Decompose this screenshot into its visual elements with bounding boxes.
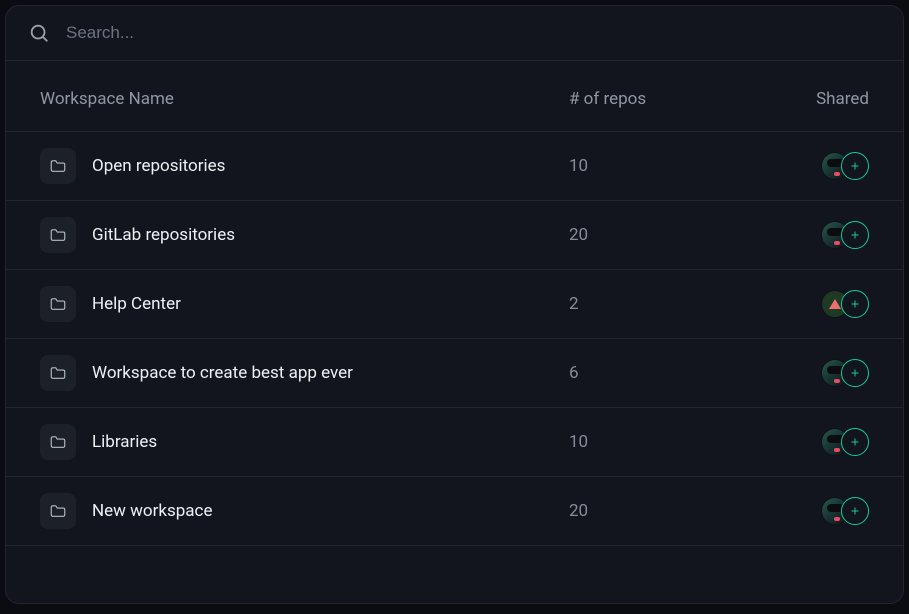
shared-cell [769, 359, 869, 387]
avatar-group [821, 290, 869, 318]
avatar-group [821, 221, 869, 249]
name-cell: GitLab repositories [40, 217, 569, 253]
workspaces-panel: Workspace Name # of repos Shared Open re… [5, 5, 904, 604]
name-cell: New workspace [40, 493, 569, 529]
folder-icon[interactable] [40, 286, 76, 322]
folder-icon[interactable] [40, 424, 76, 460]
table-header: Workspace Name # of repos Shared [6, 61, 903, 132]
folder-icon[interactable] [40, 355, 76, 391]
add-share-button[interactable] [841, 290, 869, 318]
repos-count: 10 [569, 156, 769, 176]
folder-icon[interactable] [40, 493, 76, 529]
repos-count: 10 [569, 432, 769, 452]
name-cell: Open repositories [40, 148, 569, 184]
workspace-name: Open repositories [92, 156, 225, 176]
shared-cell [769, 221, 869, 249]
shared-cell [769, 152, 869, 180]
table-row[interactable]: Open repositories 10 [6, 132, 903, 201]
shared-cell [769, 290, 869, 318]
repos-count: 2 [569, 294, 769, 314]
avatar-group [821, 152, 869, 180]
folder-icon[interactable] [40, 148, 76, 184]
table-body: Open repositories 10 GitLab repositories 20… [6, 132, 903, 546]
search-input[interactable] [66, 23, 881, 43]
search-icon [28, 22, 50, 44]
search-bar [6, 6, 903, 61]
workspace-name: Help Center [92, 294, 181, 314]
shared-cell [769, 497, 869, 525]
repos-count: 6 [569, 363, 769, 383]
header-shared: Shared [769, 89, 869, 109]
avatar-group [821, 359, 869, 387]
workspace-name: Libraries [92, 432, 157, 452]
repos-count: 20 [569, 225, 769, 245]
table-row[interactable]: Help Center 2 [6, 270, 903, 339]
add-share-button[interactable] [841, 221, 869, 249]
table-row[interactable]: Libraries 10 [6, 408, 903, 477]
header-workspace-name: Workspace Name [40, 89, 569, 109]
workspace-name: Workspace to create best app ever [92, 363, 353, 383]
add-share-button[interactable] [841, 359, 869, 387]
header-repos: # of repos [569, 89, 769, 109]
name-cell: Workspace to create best app ever [40, 355, 569, 391]
table-row[interactable]: Workspace to create best app ever 6 [6, 339, 903, 408]
name-cell: Libraries [40, 424, 569, 460]
avatar-group [821, 428, 869, 456]
repos-count: 20 [569, 501, 769, 521]
workspace-name: GitLab repositories [92, 225, 235, 245]
add-share-button[interactable] [841, 497, 869, 525]
avatar-group [821, 497, 869, 525]
folder-icon[interactable] [40, 217, 76, 253]
table-row[interactable]: New workspace 20 [6, 477, 903, 546]
table-row[interactable]: GitLab repositories 20 [6, 201, 903, 270]
name-cell: Help Center [40, 286, 569, 322]
add-share-button[interactable] [841, 428, 869, 456]
shared-cell [769, 428, 869, 456]
workspace-name: New workspace [92, 501, 212, 521]
add-share-button[interactable] [841, 152, 869, 180]
